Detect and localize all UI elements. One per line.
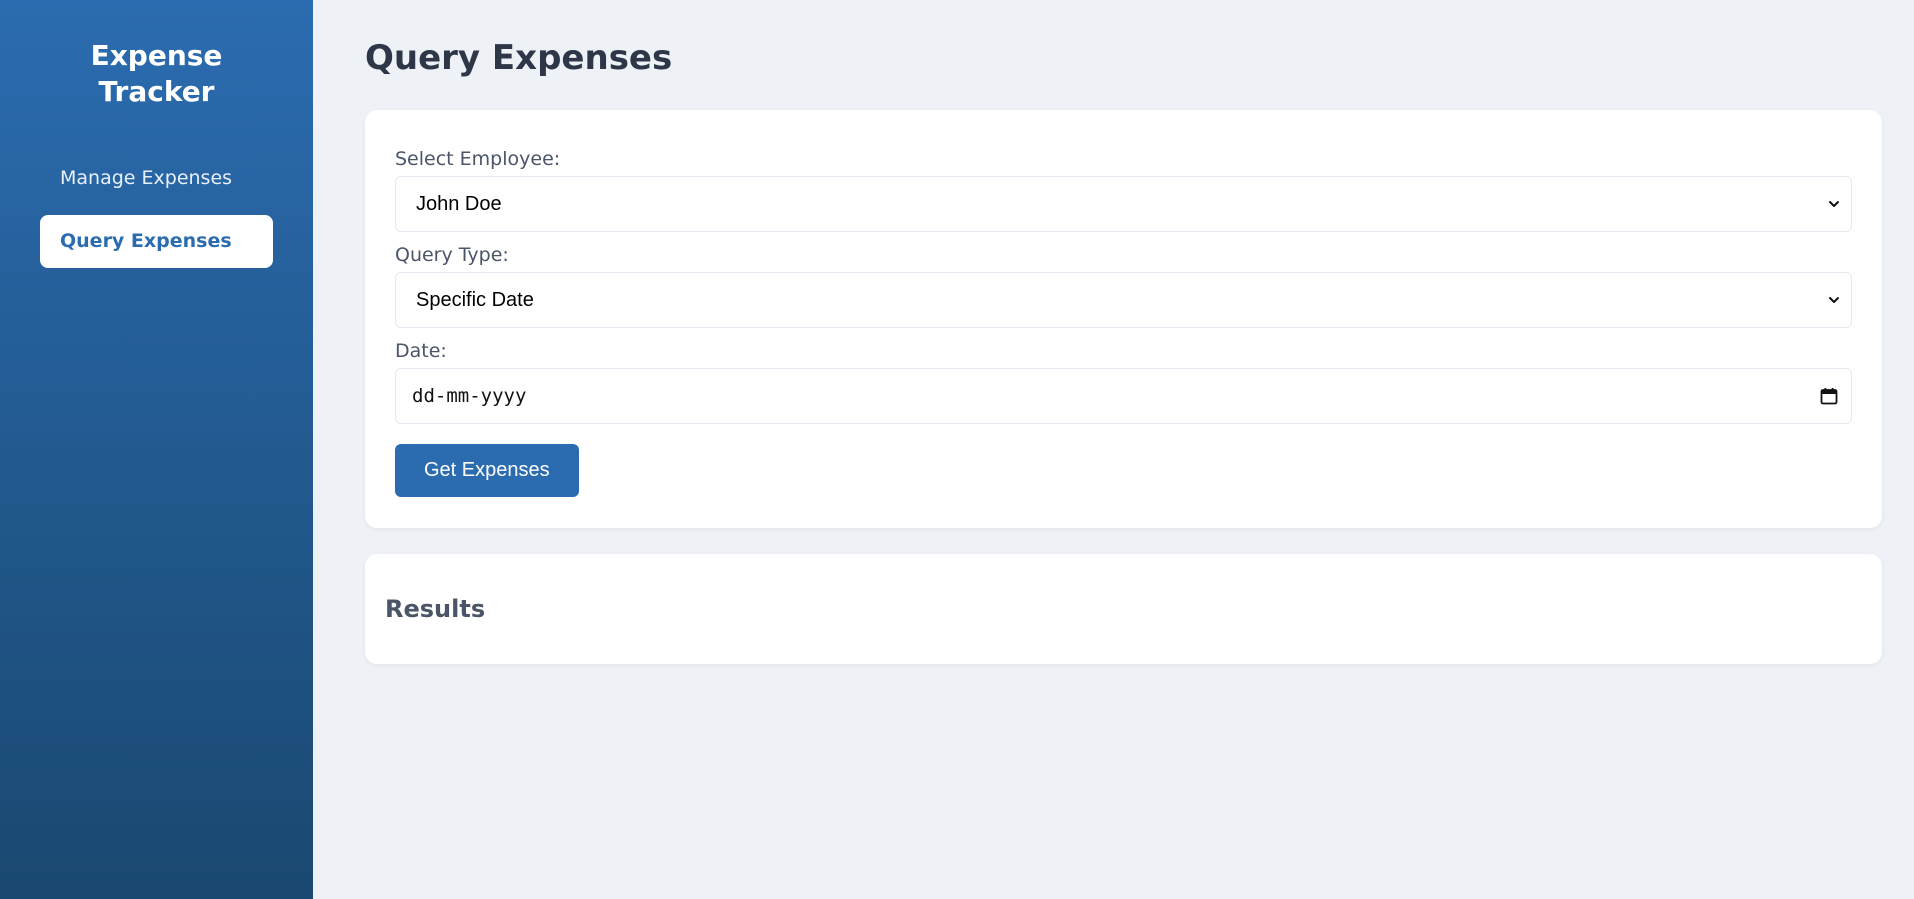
date-label: Date: — [395, 340, 447, 362]
date-input-placeholder: dd-mm-yyyy — [412, 385, 527, 407]
sidebar: Expense Tracker Manage Expenses Query Ex… — [0, 0, 313, 899]
sidebar-nav: Manage Expenses Query Expenses — [0, 152, 313, 268]
query-type-select-value: Specific Date — [416, 289, 534, 311]
query-type-select[interactable]: Specific Date — [395, 272, 1852, 328]
app: Expense Tracker Manage Expenses Query Ex… — [0, 0, 1914, 899]
chevron-down-icon — [1829, 201, 1839, 207]
sidebar-item-manage-expenses[interactable]: Manage Expenses — [40, 152, 273, 205]
employee-select-value: John Doe — [416, 193, 502, 215]
results-card: Results — [365, 554, 1882, 664]
calendar-icon[interactable] — [1820, 387, 1838, 405]
chevron-down-icon — [1829, 297, 1839, 303]
results-title: Results — [385, 595, 486, 623]
date-input[interactable]: dd-mm-yyyy — [395, 368, 1852, 424]
brand-title: Expense Tracker — [90, 39, 223, 108]
query-type-label: Query Type: — [395, 244, 509, 266]
employee-select[interactable]: John Doe — [395, 176, 1852, 232]
sidebar-item-query-expenses[interactable]: Query Expenses — [40, 215, 273, 268]
query-form-card: Select Employee: John Doe Query Type: Sp… — [365, 110, 1882, 528]
employee-label: Select Employee: — [395, 148, 561, 170]
main-content: Query Expenses Select Employee: John Doe… — [313, 0, 1914, 899]
page-title: Query Expenses — [365, 38, 673, 78]
get-expenses-button[interactable]: Get Expenses — [395, 444, 579, 497]
